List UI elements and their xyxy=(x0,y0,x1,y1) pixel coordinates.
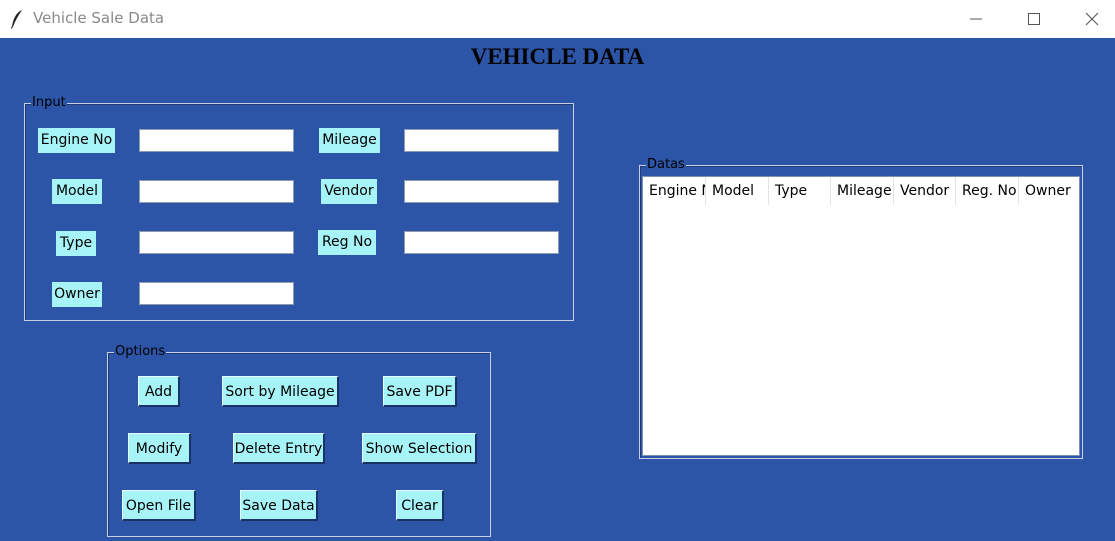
clear-button[interactable]: Clear xyxy=(396,490,444,521)
save-data-button[interactable]: Save Data xyxy=(240,490,318,521)
minimize-icon xyxy=(970,18,982,20)
page-title: VEHICLE DATA xyxy=(470,44,645,69)
show-selection-button[interactable]: Show Selection xyxy=(362,433,477,464)
owner-field[interactable] xyxy=(139,282,294,305)
column-header-engine-no[interactable]: Engine No xyxy=(643,177,706,205)
input-frame-label: Input xyxy=(31,95,67,111)
add-button[interactable]: Add xyxy=(138,376,180,407)
minimize-button[interactable] xyxy=(947,0,1005,38)
open-file-button[interactable]: Open File xyxy=(122,490,196,521)
type-field[interactable] xyxy=(139,231,294,254)
engine-no-label: Engine No xyxy=(38,128,115,153)
feather-icon xyxy=(10,10,22,29)
datas-frame-label: Datas xyxy=(646,157,686,173)
reg-no-field[interactable] xyxy=(404,231,559,254)
column-header-model[interactable]: Model xyxy=(706,177,769,205)
window-title: Vehicle Sale Data xyxy=(33,9,165,27)
main-window: VEHICLE DATA Input Engine No Model Type … xyxy=(0,38,1115,541)
close-button[interactable] xyxy=(1063,0,1115,38)
input-frame: Input Engine No Model Type Owner Mileage… xyxy=(24,95,574,321)
options-frame: Options Add Sort by Mileage Save PDF Mod… xyxy=(107,344,491,537)
mileage-field[interactable] xyxy=(404,129,559,152)
owner-label: Owner xyxy=(52,282,102,307)
column-header-vendor[interactable]: Vendor xyxy=(894,177,956,205)
vendor-label: Vendor xyxy=(321,179,377,204)
engine-no-field[interactable] xyxy=(139,129,294,152)
column-header-reg-no[interactable]: Reg. No xyxy=(956,177,1019,205)
options-frame-label: Options xyxy=(114,344,167,360)
column-header-mileage[interactable]: Mileage xyxy=(831,177,894,205)
table-header: Engine No Model Type Mileage Vendor Reg.… xyxy=(643,177,1079,207)
column-header-owner[interactable]: Owner xyxy=(1019,177,1079,205)
modify-button[interactable]: Modify xyxy=(128,433,191,464)
close-icon xyxy=(1085,12,1099,26)
model-field[interactable] xyxy=(139,180,294,203)
reg-no-label: Reg No xyxy=(318,230,376,255)
delete-entry-button[interactable]: Delete Entry xyxy=(233,433,325,464)
column-header-type[interactable]: Type xyxy=(769,177,831,205)
datas-frame: Datas Engine No Model Type Mileage Vendo… xyxy=(639,157,1083,459)
title-bar: Vehicle Sale Data xyxy=(0,0,1115,38)
maximize-icon xyxy=(1028,13,1040,25)
type-label: Type xyxy=(56,231,96,256)
vendor-field[interactable] xyxy=(404,180,559,203)
mileage-label: Mileage xyxy=(319,128,380,153)
model-label: Model xyxy=(52,179,102,204)
sort-by-mileage-button[interactable]: Sort by Mileage xyxy=(222,376,339,407)
save-pdf-button[interactable]: Save PDF xyxy=(383,376,457,407)
data-table[interactable]: Engine No Model Type Mileage Vendor Reg.… xyxy=(642,176,1080,456)
maximize-button[interactable] xyxy=(1005,0,1063,38)
